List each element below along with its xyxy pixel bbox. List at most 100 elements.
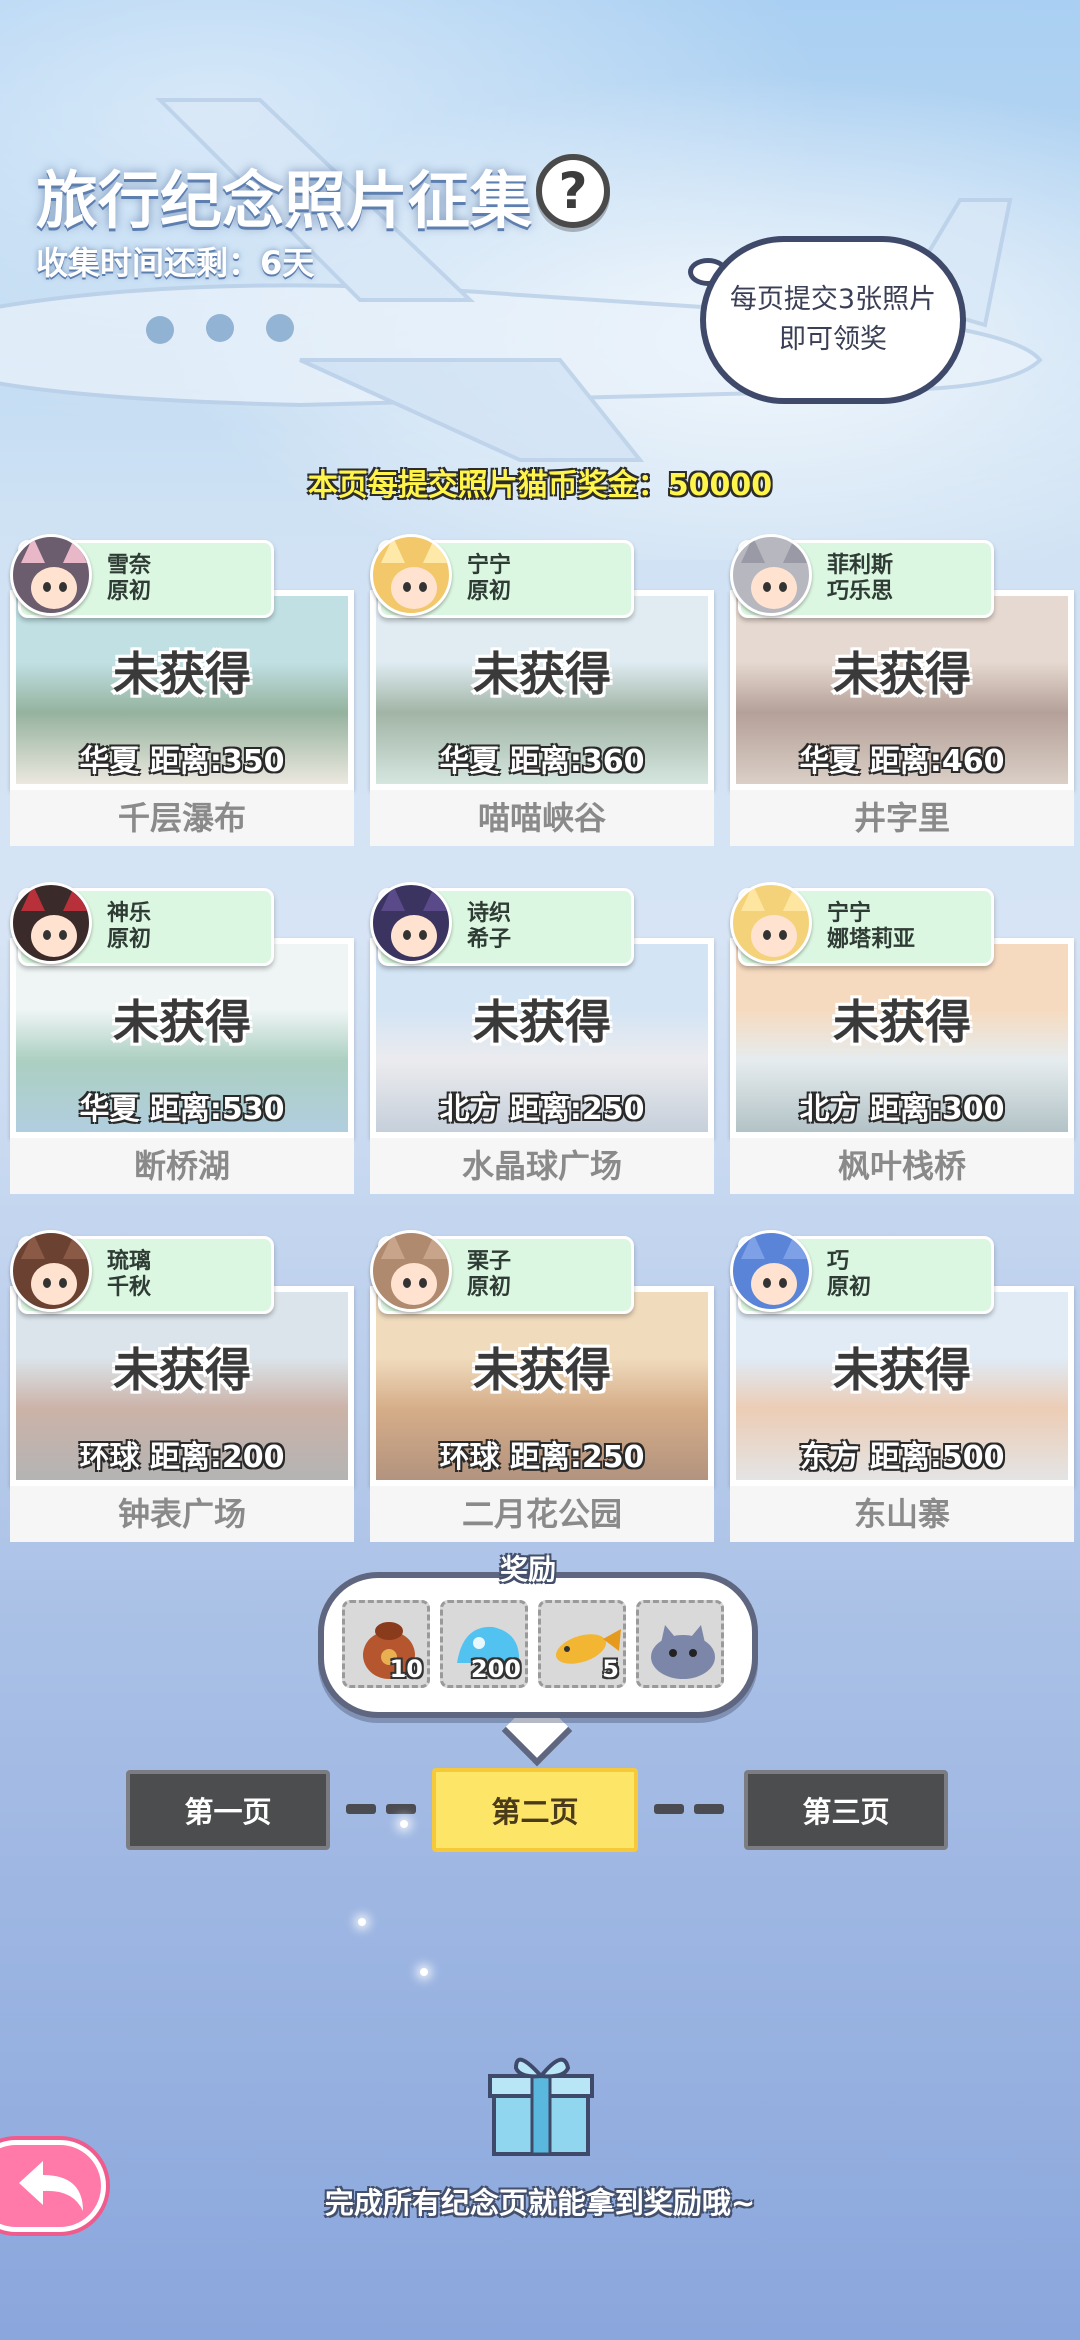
photo-frame: 未获得 华夏 距离:350 (10, 590, 354, 790)
avatar-face (751, 915, 797, 957)
avatar-ear (423, 537, 447, 563)
photo-card[interactable]: 未获得 华夏 距离:530 断桥湖 神乐 原初 (10, 882, 354, 1194)
avatar-ear (63, 537, 87, 563)
avatar-ear (63, 1233, 87, 1259)
character-avatar (370, 882, 452, 964)
photo-frame: 未获得 环球 距离:200 (10, 1286, 354, 1486)
back-arrow-icon (19, 2161, 83, 2211)
help-icon[interactable]: ? (536, 154, 610, 228)
photo-card[interactable]: 未获得 华夏 距离:350 千层瀑布 雪奈 原初 (10, 534, 354, 846)
photo-card[interactable]: 未获得 北方 距离:250 水晶球广场 诗织 希子 (370, 882, 714, 1194)
reward-qty: 200 (470, 1655, 521, 1683)
page-1-button[interactable]: 第一页 (126, 1770, 330, 1850)
avatar-ear (741, 1233, 765, 1259)
status-label: 未获得 (833, 647, 971, 701)
avatar-ear (63, 885, 87, 911)
dash (694, 1804, 724, 1814)
character-name: 菲利斯 (827, 553, 894, 578)
status-label: 未获得 (473, 1343, 611, 1397)
character-name: 巧 (827, 1249, 850, 1274)
avatar-face (391, 1263, 437, 1305)
photo-card[interactable]: 未获得 华夏 距离:360 喵喵峡谷 宁宁 原初 (370, 534, 714, 846)
reward-slot-fish[interactable]: 5 (538, 1600, 626, 1688)
character-variant: 巧乐思 (827, 579, 894, 604)
avatar-face (751, 567, 797, 609)
photo-card[interactable]: 未获得 环球 距离:200 钟表广场 琉璃 千秋 (10, 1230, 354, 1542)
countdown-text: 收集时间还剩：6天 (36, 244, 315, 282)
character-variant: 原初 (467, 1275, 512, 1300)
photo-frame: 未获得 东方 距离:500 (730, 1286, 1074, 1486)
character-variant: 原初 (467, 579, 512, 604)
avatar-ear (423, 1233, 447, 1259)
avatar-ear (423, 885, 447, 911)
location-name: 水晶球广场 (370, 1138, 714, 1194)
character-variant: 原初 (827, 1275, 872, 1300)
photo-card[interactable]: 未获得 华夏 距离:460 井字里 菲利斯 巧乐思 (730, 534, 1074, 846)
photo-card[interactable]: 未获得 北方 距离:300 枫叶栈桥 宁宁 娜塔莉亚 (730, 882, 1074, 1194)
avatar-eye (43, 1278, 51, 1288)
distance-label: 华夏 距离:530 (79, 1092, 285, 1127)
character-avatar (730, 1230, 812, 1312)
character-variant: 原初 (107, 927, 152, 952)
avatar-ear (381, 1233, 405, 1259)
location-name: 枫叶栈桥 (730, 1138, 1074, 1194)
photo-card[interactable]: 未获得 东方 距离:500 东山寨 巧 原初 (730, 1230, 1074, 1542)
character-variant: 希子 (467, 927, 512, 952)
character-variant: 千秋 (107, 1275, 152, 1300)
reward-qty: 5 (602, 1655, 619, 1683)
avatar-eye (419, 1278, 427, 1288)
rewards-label: 奖励 (500, 1553, 557, 1586)
character-name: 宁宁 (467, 553, 512, 578)
gift-icon[interactable] (486, 2048, 596, 2158)
avatar-ear (381, 537, 405, 563)
character-name: 雪奈 (107, 553, 152, 578)
cat-plush-icon (651, 1625, 715, 1679)
photo-card[interactable]: 未获得 环球 距离:250 二月花公园 栗子 原初 (370, 1230, 714, 1542)
avatar-ear (381, 885, 405, 911)
photo-frame: 未获得 北方 距离:250 (370, 938, 714, 1138)
photo-frame: 未获得 北方 距离:300 (730, 938, 1074, 1138)
character-avatar (10, 882, 92, 964)
avatar-eye (59, 930, 67, 940)
page-2-button[interactable]: 第二页 (432, 1768, 638, 1852)
avatar-eye (763, 930, 771, 940)
avatar-face (31, 1263, 77, 1305)
character-variant: 娜塔莉亚 (827, 927, 916, 952)
status-label: 未获得 (113, 647, 251, 701)
avatar-eye (419, 930, 427, 940)
avatar-face (31, 915, 77, 957)
hint-line-1: 每页提交3张照片 (729, 284, 937, 315)
avatar-face (31, 567, 77, 609)
location-name: 千层瀑布 (10, 790, 354, 846)
avatar-ear (21, 885, 45, 911)
distance-label: 北方 距离:250 (439, 1092, 645, 1127)
avatar-ear (21, 537, 45, 563)
sparkle (420, 1968, 428, 1976)
sparkle (358, 1918, 366, 1926)
event-title: 旅行纪念照片征集 (36, 164, 533, 237)
avatar-eye (403, 1278, 411, 1288)
photo-frame: 未获得 华夏 距离:530 (10, 938, 354, 1138)
distance-label: 华夏 距离:360 (439, 744, 645, 779)
page-3-button[interactable]: 第三页 (744, 1770, 948, 1850)
avatar-face (391, 915, 437, 957)
character-avatar (730, 534, 812, 616)
reward-slot-cat-plush[interactable] (636, 1600, 724, 1688)
sparkle (400, 1820, 408, 1828)
avatar-ear (741, 537, 765, 563)
dash (386, 1804, 416, 1814)
footer-hint: 完成所有纪念页就能拿到奖励哦~ (324, 2186, 756, 2220)
avatar-ear (783, 537, 807, 563)
avatar-eye (779, 582, 787, 592)
character-avatar (10, 1230, 92, 1312)
character-avatar (10, 534, 92, 616)
reward-slot-slime[interactable]: 200 (440, 1600, 528, 1688)
avatar-eye (403, 582, 411, 592)
reward-slot-pouch[interactable]: 10 (342, 1600, 430, 1688)
avatar-ear (741, 885, 765, 911)
character-avatar (730, 882, 812, 964)
status-label: 未获得 (473, 995, 611, 1049)
back-button[interactable] (0, 2140, 106, 2232)
reward-qty: 10 (389, 1655, 423, 1683)
avatar-eye (763, 1278, 771, 1288)
